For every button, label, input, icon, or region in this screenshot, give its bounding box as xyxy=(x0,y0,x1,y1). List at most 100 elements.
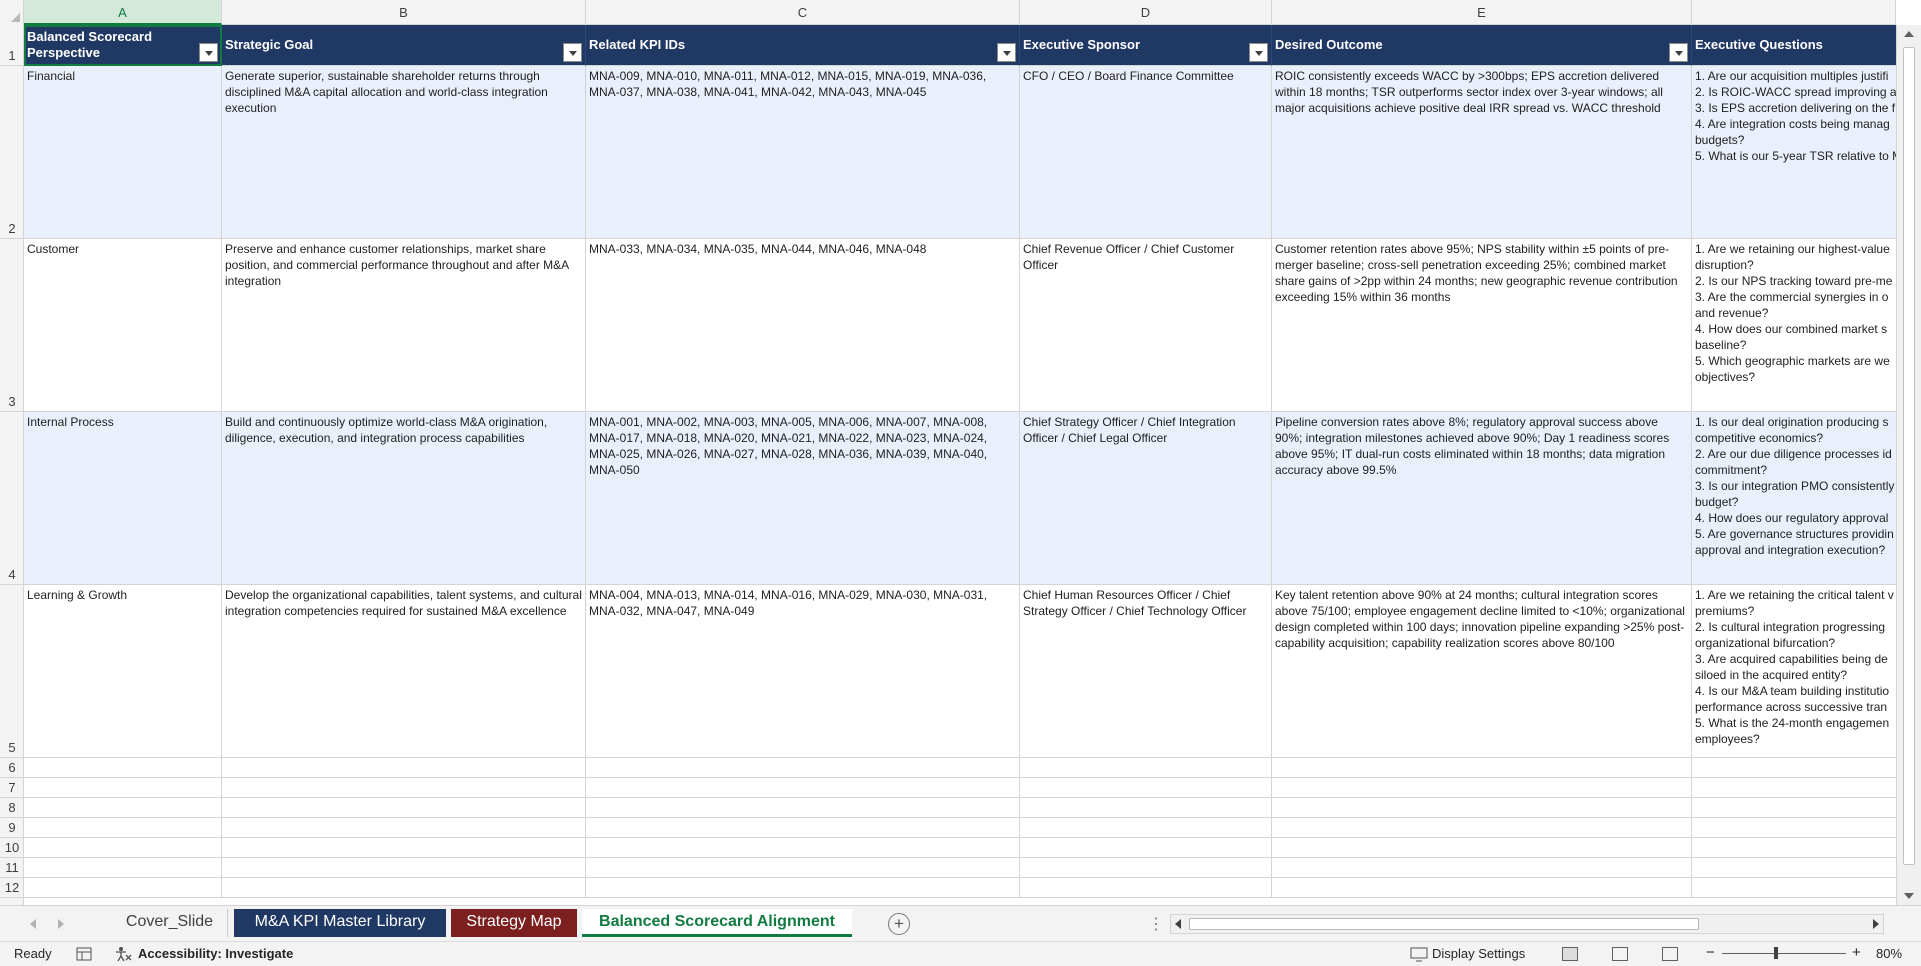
more-options-icon[interactable]: ⋮ xyxy=(1148,914,1164,934)
row-header-8[interactable]: 8 xyxy=(0,798,24,818)
empty-cell[interactable] xyxy=(1020,778,1272,798)
display-settings-icon[interactable] xyxy=(1410,947,1428,962)
row-header-9[interactable]: 9 xyxy=(0,818,24,838)
macro-record-icon[interactable] xyxy=(76,947,92,961)
scroll-thumb[interactable] xyxy=(1903,47,1915,865)
row-header-12[interactable]: 12 xyxy=(0,878,24,898)
empty-cell[interactable] xyxy=(1692,758,1896,778)
empty-cell[interactable] xyxy=(222,878,586,898)
cell-strategic-goal[interactable]: Generate superior, sustainable sharehold… xyxy=(222,66,586,239)
cell-kpi-ids[interactable]: MNA-009, MNA-010, MNA-011, MNA-012, MNA-… xyxy=(586,66,1020,239)
vertical-scrollbar[interactable] xyxy=(1896,25,1921,905)
cell-strategic-goal[interactable]: Build and continuously optimize world-cl… xyxy=(222,412,586,585)
cell-strategic-goal[interactable]: Develop the organizational capabilities,… xyxy=(222,585,586,758)
header-cell-kpi-ids[interactable]: Related KPI IDs xyxy=(586,25,1020,66)
column-header-e[interactable]: E xyxy=(1272,0,1692,25)
empty-cell[interactable] xyxy=(24,878,222,898)
row-header-4[interactable]: 4 xyxy=(0,412,24,585)
empty-cell[interactable] xyxy=(1692,878,1896,898)
horizontal-scrollbar[interactable] xyxy=(1170,914,1884,934)
column-header-a[interactable]: A xyxy=(24,0,222,25)
empty-cell[interactable] xyxy=(586,758,1020,778)
empty-cell[interactable] xyxy=(1692,838,1896,858)
cell-kpi-ids[interactable]: MNA-033, MNA-034, MNA-035, MNA-044, MNA-… xyxy=(586,239,1020,412)
display-settings-button[interactable]: Display Settings xyxy=(1432,946,1525,961)
empty-cell[interactable] xyxy=(1272,878,1692,898)
empty-cell[interactable] xyxy=(24,818,222,838)
empty-cell[interactable] xyxy=(1020,818,1272,838)
empty-cell[interactable] xyxy=(586,838,1020,858)
row-header-10[interactable]: 10 xyxy=(0,838,24,858)
cell-perspective[interactable]: Financial xyxy=(24,66,222,239)
cell-perspective[interactable]: Learning & Growth xyxy=(24,585,222,758)
zoom-slider[interactable] xyxy=(1722,953,1846,954)
empty-cell[interactable] xyxy=(1692,778,1896,798)
header-cell-desired-outcome[interactable]: Desired Outcome xyxy=(1272,25,1692,66)
column-header-f[interactable] xyxy=(1692,0,1896,25)
empty-cell[interactable] xyxy=(222,758,586,778)
row-header-1[interactable]: 1 xyxy=(0,25,24,66)
zoom-slider-thumb[interactable] xyxy=(1774,947,1778,959)
cell-executive-questions[interactable]: 1. Are we retaining the critical talent … xyxy=(1692,585,1896,758)
column-header-c[interactable]: C xyxy=(586,0,1020,25)
empty-cell[interactable] xyxy=(1272,758,1692,778)
cell-strategic-goal[interactable]: Preserve and enhance customer relationsh… xyxy=(222,239,586,412)
empty-cell[interactable] xyxy=(1272,858,1692,878)
add-sheet-icon[interactable]: + xyxy=(888,913,910,935)
select-all-corner[interactable] xyxy=(0,0,24,25)
empty-cell[interactable] xyxy=(222,838,586,858)
page-break-preview-icon[interactable] xyxy=(1662,947,1678,961)
empty-cell[interactable] xyxy=(586,778,1020,798)
empty-cell[interactable] xyxy=(586,818,1020,838)
empty-cell[interactable] xyxy=(1272,838,1692,858)
empty-cell[interactable] xyxy=(24,858,222,878)
empty-cell[interactable] xyxy=(24,838,222,858)
filter-dropdown-icon[interactable] xyxy=(563,43,582,62)
filter-dropdown-icon[interactable] xyxy=(1249,43,1268,62)
tab-balanced-scorecard-alignment[interactable]: Balanced Scorecard Alignment xyxy=(582,909,852,937)
empty-cell[interactable] xyxy=(1272,778,1692,798)
empty-cell[interactable] xyxy=(1692,858,1896,878)
cell-kpi-ids[interactable]: MNA-001, MNA-002, MNA-003, MNA-005, MNA-… xyxy=(586,412,1020,585)
empty-cell[interactable] xyxy=(1020,878,1272,898)
row-header-5[interactable]: 5 xyxy=(0,585,24,758)
header-cell-perspective[interactable]: Balanced Scorecard Perspective xyxy=(24,25,222,66)
empty-cell[interactable] xyxy=(586,858,1020,878)
scroll-right-icon[interactable] xyxy=(1873,919,1879,929)
horizontal-scroll-thumb[interactable] xyxy=(1189,918,1699,930)
column-header-d[interactable]: D xyxy=(1020,0,1272,25)
cell-desired-outcome[interactable]: Key talent retention above 90% at 24 mon… xyxy=(1272,585,1692,758)
row-header-11[interactable]: 11 xyxy=(0,858,24,878)
empty-cell[interactable] xyxy=(24,758,222,778)
empty-cell[interactable] xyxy=(1020,798,1272,818)
accessibility-icon[interactable] xyxy=(114,946,132,962)
cell-desired-outcome[interactable]: Pipeline conversion rates above 8%; regu… xyxy=(1272,412,1692,585)
page-layout-view-icon[interactable] xyxy=(1612,947,1628,961)
accessibility-status[interactable]: Accessibility: Investigate xyxy=(138,946,293,961)
cell-executive-sponsor[interactable]: CFO / CEO / Board Finance Committee xyxy=(1020,66,1272,239)
empty-cell[interactable] xyxy=(586,798,1020,818)
tab-scroll-right-icon[interactable] xyxy=(58,919,64,929)
cell-executive-sponsor[interactable]: Chief Human Resources Officer / Chief St… xyxy=(1020,585,1272,758)
empty-cell[interactable] xyxy=(1692,798,1896,818)
cell-executive-questions[interactable]: 1. Is our deal origination producing s c… xyxy=(1692,412,1896,585)
filter-dropdown-icon[interactable] xyxy=(1669,43,1688,62)
empty-cell[interactable] xyxy=(222,778,586,798)
empty-cell[interactable] xyxy=(222,858,586,878)
cell-executive-sponsor[interactable]: Chief Revenue Officer / Chief Customer O… xyxy=(1020,239,1272,412)
empty-cell[interactable] xyxy=(24,778,222,798)
cell-desired-outcome[interactable]: Customer retention rates above 95%; NPS … xyxy=(1272,239,1692,412)
tab-scroll-left-icon[interactable] xyxy=(30,919,36,929)
row-header-6[interactable]: 6 xyxy=(0,758,24,778)
row-header-3[interactable]: 3 xyxy=(0,239,24,412)
zoom-out-button[interactable]: − xyxy=(1706,944,1715,961)
empty-cell[interactable] xyxy=(586,878,1020,898)
empty-cell[interactable] xyxy=(24,798,222,818)
normal-view-icon[interactable] xyxy=(1562,947,1578,961)
empty-cell[interactable] xyxy=(1020,758,1272,778)
tab-strategy-map[interactable]: Strategy Map xyxy=(451,909,577,937)
header-cell-executive-sponsor[interactable]: Executive Sponsor xyxy=(1020,25,1272,66)
worksheet-grid[interactable]: Balanced Scorecard Perspective Strategic… xyxy=(24,25,1896,905)
header-cell-executive-questions[interactable]: Executive Questions xyxy=(1692,25,1896,66)
tab-cover-slide[interactable]: Cover_Slide xyxy=(112,909,228,937)
